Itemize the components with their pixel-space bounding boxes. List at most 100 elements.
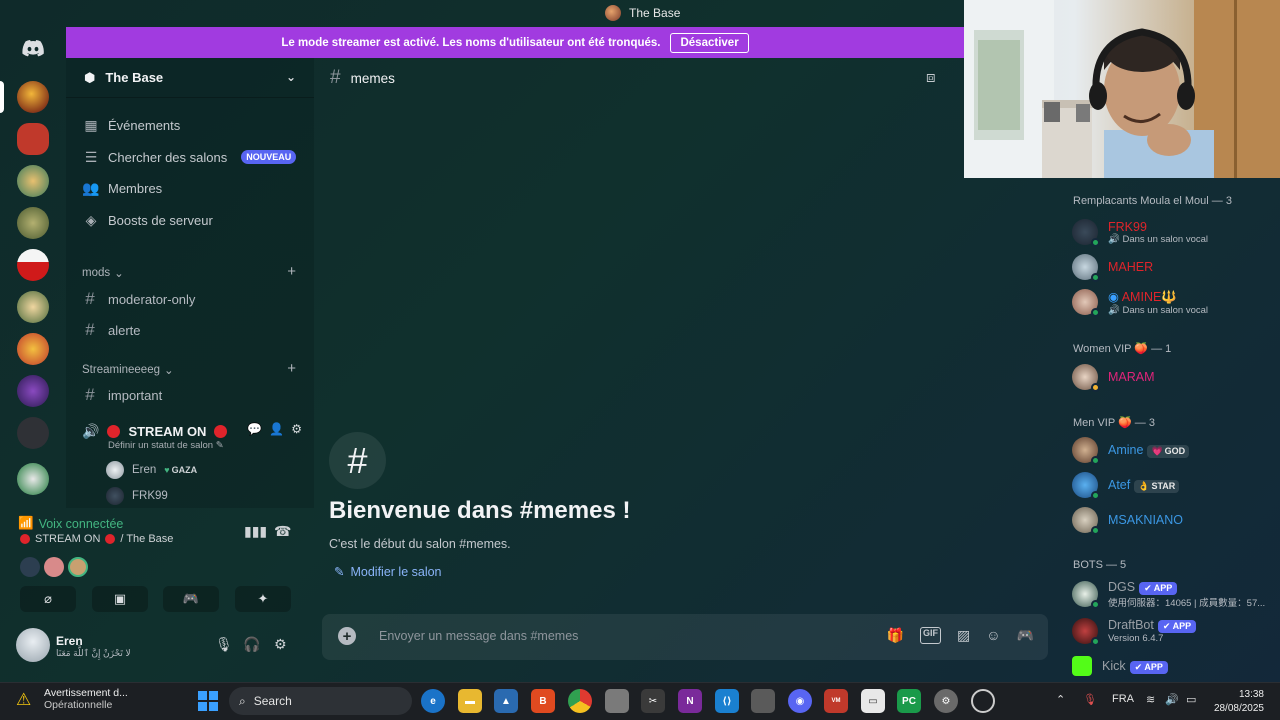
- microphone-icon[interactable]: 🎙: [1083, 693, 1097, 706]
- capture-icon[interactable]: ✂: [641, 689, 665, 713]
- language-indicator[interactable]: FRA: [1112, 693, 1134, 705]
- member-group-title: BOTS — 5: [1073, 559, 1127, 571]
- invite-user-icon[interactable]: 👤: [269, 422, 284, 436]
- taskbar-clock[interactable]: 13:38 28/08/2025: [1212, 688, 1264, 716]
- server-header[interactable]: ⬢ The Base ⌄: [66, 58, 314, 98]
- app-icon[interactable]: [605, 689, 629, 713]
- welcome-subtitle: C'est le début du salon #memes.: [329, 537, 511, 551]
- voice-connected-panel: 📶 Voix connectée STREAM ON / The Base ▮▮…: [8, 510, 306, 618]
- member-list: Remplacants Moula el Moul — 3 FRK99 🔊 Da…: [1064, 178, 1280, 682]
- app-badge: ✔ APP: [1139, 581, 1178, 595]
- app-icon[interactable]: [751, 689, 775, 713]
- nav-members[interactable]: 👥 Membres: [82, 174, 162, 202]
- vscode-icon[interactable]: ⟨⟩: [715, 689, 739, 713]
- pycharm-icon[interactable]: PC: [897, 689, 921, 713]
- message-input[interactable]: Envoyer un message dans #memes: [379, 629, 578, 643]
- heart-icon: ♥: [164, 465, 170, 475]
- category-mods[interactable]: mods ⌄: [82, 265, 124, 281]
- gear-icon[interactable]: ⚙: [274, 636, 287, 653]
- message-composer[interactable]: + Envoyer un message dans #memes 🎁 GIF ▨…: [322, 614, 1048, 660]
- headphones-icon[interactable]: 🎧: [243, 636, 260, 653]
- member-amine[interactable]: Amine 💗 GOD: [1072, 434, 1277, 466]
- server-icon-9[interactable]: [17, 417, 49, 449]
- avatar[interactable]: [16, 628, 50, 662]
- chrome-icon[interactable]: [568, 689, 592, 713]
- voice-connected-channel[interactable]: STREAM ON / The Base: [20, 533, 173, 545]
- gear-icon[interactable]: ⚙: [291, 422, 302, 436]
- role-icon: ◉: [1108, 289, 1119, 304]
- member-dgs[interactable]: DGS ✔ APP 使用伺服器：14065 | 成員數量：57...: [1072, 578, 1277, 610]
- screen-share-button[interactable]: ▣: [92, 586, 148, 612]
- server-icon-10[interactable]: [17, 463, 49, 495]
- document-icon[interactable]: ▭: [861, 689, 885, 713]
- server-icon-7[interactable]: [17, 333, 49, 365]
- channel-moderator-only[interactable]: # moderator-only: [82, 286, 195, 312]
- voice-user-eren[interactable]: Eren ♥ GAZA: [106, 459, 197, 481]
- user-name: Eren: [56, 634, 83, 648]
- nav-events[interactable]: ▦ Événements: [82, 111, 180, 139]
- app-badge: ✔ APP: [1129, 660, 1168, 674]
- member-maher[interactable]: MAHER: [1072, 251, 1277, 283]
- noise-suppression-icon[interactable]: ▮▮▮: [244, 523, 267, 540]
- settings-icon[interactable]: ⚙: [934, 689, 958, 713]
- avatar: [1072, 219, 1100, 247]
- add-attachment-icon[interactable]: +: [338, 627, 356, 645]
- server-icon-the-base[interactable]: [17, 81, 49, 113]
- add-channel-icon[interactable]: +: [287, 263, 296, 280]
- microphone-icon[interactable]: 🎙: [215, 636, 233, 653]
- server-icon-2[interactable]: [17, 123, 49, 155]
- category-streamineeeeg[interactable]: Streamineeeeg ⌄: [82, 362, 174, 378]
- soundboard-button[interactable]: ✦: [235, 586, 291, 612]
- activities-button[interactable]: 🎮: [163, 586, 219, 612]
- channel-important[interactable]: # important: [82, 382, 162, 408]
- volume-icon[interactable]: 🔊: [1165, 693, 1179, 706]
- camera-off-button[interactable]: ⌀: [20, 586, 76, 612]
- channel-alerte[interactable]: # alerte: [82, 317, 140, 343]
- onenote-icon[interactable]: N: [678, 689, 702, 713]
- disable-streamer-mode-button[interactable]: Désactiver: [670, 32, 749, 53]
- member-atef[interactable]: Atef 👌 STAR: [1072, 469, 1277, 501]
- voicemeeter-icon[interactable]: VM: [824, 689, 848, 713]
- battery-icon[interactable]: ▭: [1186, 693, 1196, 706]
- member-frk99[interactable]: FRK99 🔊 Dans un salon vocal: [1072, 216, 1277, 248]
- edge-icon[interactable]: e: [421, 689, 445, 713]
- voice-user-frk99[interactable]: FRK99: [106, 485, 168, 507]
- active-server-indicator: [0, 81, 4, 113]
- server-icon-6[interactable]: [17, 291, 49, 323]
- edit-channel-link[interactable]: ✎ Modifier le salon: [334, 564, 442, 580]
- chat-bubble-icon[interactable]: 💬: [247, 422, 262, 436]
- server-icon-8[interactable]: [17, 375, 49, 407]
- obs-icon[interactable]: [971, 689, 995, 713]
- taskbar-notification[interactable]: ⚠ Avertissement d... Opérationnelle: [16, 687, 128, 711]
- emoji-icon[interactable]: ☺: [986, 627, 1000, 644]
- server-icon-4[interactable]: [17, 207, 49, 239]
- server-icon-3[interactable]: [17, 165, 49, 197]
- member-amine-remplacant[interactable]: ◉ AMINE🔱 🔊 Dans un salon vocal: [1072, 286, 1277, 318]
- discord-icon[interactable]: ◉: [788, 689, 812, 713]
- gif-icon[interactable]: GIF: [920, 627, 942, 644]
- member-kick[interactable]: Kick ✔ APP: [1072, 650, 1277, 682]
- server-icon-5[interactable]: [17, 249, 49, 281]
- file-explorer-icon[interactable]: ▬: [458, 689, 482, 713]
- channel-status-line[interactable]: Définir un statut de salon ✎: [108, 440, 224, 451]
- threads-icon[interactable]: ⧈: [926, 69, 936, 86]
- apps-icon[interactable]: 🎮: [1017, 627, 1034, 644]
- start-button[interactable]: [198, 691, 218, 711]
- wifi-icon[interactable]: ≋: [1146, 693, 1155, 706]
- disconnect-icon[interactable]: ☎: [274, 523, 291, 540]
- sticker-icon[interactable]: ▨: [957, 627, 970, 644]
- nav-server-boosts[interactable]: ◈ Boosts de serveur: [82, 206, 213, 234]
- gift-icon[interactable]: 🎁: [887, 627, 904, 644]
- add-channel-icon[interactable]: +: [287, 360, 296, 377]
- app-icon[interactable]: ▲: [494, 689, 518, 713]
- nav-browse-channels[interactable]: ☰ Chercher des salons NOUVEAU: [82, 143, 297, 171]
- member-maram[interactable]: MARAM: [1072, 361, 1277, 393]
- server-avatar-icon: [605, 5, 621, 21]
- text-channel-icon: #: [85, 320, 95, 339]
- brave-icon[interactable]: B: [531, 689, 555, 713]
- member-msakniano[interactable]: MSAKNIANO: [1072, 504, 1277, 536]
- taskbar-search[interactable]: ⌕ Search: [229, 687, 412, 715]
- member-draftbot[interactable]: DraftBot ✔ APP Version 6.4.7: [1072, 615, 1277, 647]
- discord-home-icon[interactable]: [17, 32, 49, 64]
- chevron-up-icon[interactable]: ⌃: [1056, 693, 1065, 706]
